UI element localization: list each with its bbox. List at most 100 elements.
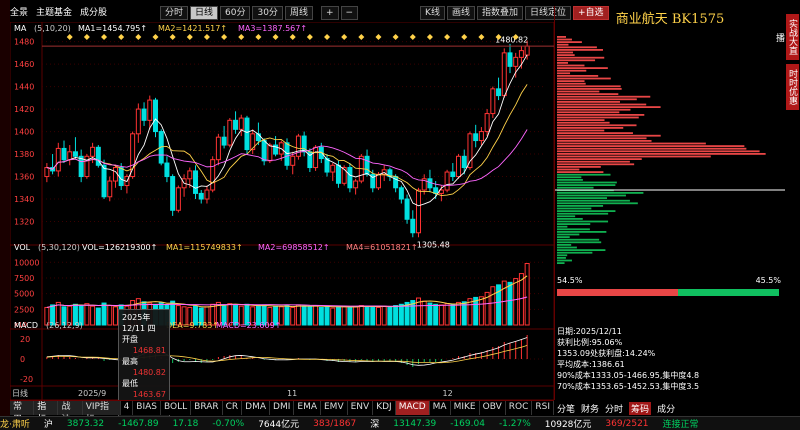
chip-bar	[557, 145, 745, 147]
tab-constituents[interactable]: 成分股	[80, 5, 107, 18]
panel-title: 商业航天 BK1575	[615, 12, 725, 27]
indicator-tab-17[interactable]: MIKE	[451, 401, 480, 415]
candle-body	[198, 192, 204, 200]
tooltip-high: 1480.82	[132, 368, 166, 377]
candle-body	[107, 180, 113, 198]
kline-type-button[interactable]: K线	[420, 6, 445, 20]
low-label: 1305.48	[417, 240, 450, 249]
draw-line-button[interactable]: 画线	[446, 6, 475, 20]
vol-selector: VOL	[14, 243, 31, 252]
tab-theme-fund[interactable]: 主题基金	[36, 5, 72, 18]
side-tab-offer[interactable]: 时时优惠	[786, 64, 799, 110]
period-intraday-button[interactable]: 分时	[160, 6, 189, 20]
volume-bar	[290, 306, 296, 326]
indicator-tab-2[interactable]: 战法	[58, 401, 83, 425]
x-label-0: 日线	[12, 388, 28, 398]
indicator-tab-0[interactable]: 常用	[10, 401, 35, 425]
period-daily-button[interactable]: 日线	[190, 6, 219, 20]
indicator-tab-19[interactable]: ROC	[506, 401, 533, 415]
indicator-tab-13[interactable]: ENV	[348, 401, 374, 415]
x-label-3: 12	[443, 389, 453, 398]
chip-profit-at: 1353.09处获利盘:14.24%	[557, 349, 656, 358]
vol-tick-1: 7500	[14, 274, 34, 283]
candle-body	[55, 147, 61, 172]
candle-body	[44, 167, 50, 178]
chip-bar	[557, 38, 572, 41]
chip-bar	[557, 166, 601, 168]
indicator-tab-12[interactable]: EMV	[321, 401, 348, 415]
indicator-tab-6[interactable]: BOLL	[161, 401, 192, 415]
top-tabs: 全景 主题基金 成分股	[10, 0, 115, 22]
volume-bar	[295, 304, 301, 326]
indicator-tab-20[interactable]: RSI	[532, 401, 554, 415]
indicator-tab-10[interactable]: DMI	[270, 401, 295, 415]
zoom-out-button[interactable]: −	[340, 6, 359, 20]
volume-bar	[335, 306, 341, 326]
candle-body	[490, 88, 496, 115]
indicator-tab-7[interactable]: BRAR	[191, 401, 223, 415]
candle-body	[215, 136, 221, 161]
indicator-tab-4[interactable]: 4	[121, 401, 134, 415]
candle-body	[233, 119, 239, 130]
period-60min-button[interactable]: 60分	[220, 6, 251, 20]
volume-bar	[301, 305, 307, 326]
price-tick-3: 1420	[14, 105, 34, 114]
tab-ticks[interactable]: 分笔	[557, 402, 575, 415]
status-sh-turnover: 7644亿元	[258, 420, 300, 430]
candle-body	[375, 173, 381, 189]
main-chart[interactable]: 1480 1460 1440 1420 1400 1380 1360 1340 1320 MA (5…	[10, 22, 554, 400]
tab-overview[interactable]: 全景	[10, 5, 28, 18]
indicator-tab-8[interactable]: CR	[223, 401, 243, 415]
period-30min-button[interactable]: 30分	[252, 6, 283, 20]
chip-bar	[557, 36, 566, 38]
candle-body	[221, 136, 227, 146]
indicator-tab-18[interactable]: OBV	[480, 401, 506, 415]
indicator-tab-16[interactable]: MA	[430, 401, 451, 415]
chip-bar	[557, 64, 585, 67]
chip-bar	[557, 127, 624, 129]
candle-body	[450, 171, 456, 178]
status-connection: 连接正常	[662, 420, 699, 430]
candle-body	[364, 155, 370, 175]
indicator-tab-3[interactable]: VIP指标	[82, 401, 121, 425]
volume-bar	[318, 306, 324, 326]
panel-tabs: 分笔 财务 分时 筹码 成分	[557, 402, 681, 415]
index-overlay-button[interactable]: 指数叠加	[476, 6, 523, 20]
x-label-1: 2025/9	[78, 389, 106, 398]
candle-body	[261, 140, 267, 162]
period-weekly-button[interactable]: 周线	[284, 6, 313, 20]
volume-bar	[433, 303, 439, 326]
zoom-in-button[interactable]: +	[320, 6, 339, 20]
chip-bar	[557, 251, 593, 254]
indicator-tab-11[interactable]: EMA	[294, 401, 321, 415]
status-sz-label: 深	[370, 420, 380, 430]
indicator-tab-5[interactable]: BIAS	[133, 401, 161, 415]
volume-bar	[112, 306, 118, 326]
volume-bar	[524, 263, 530, 326]
side-tab-live[interactable]: 实战大直播	[774, 14, 799, 60]
volume-bar	[370, 306, 376, 326]
price-tick-1: 1460	[14, 60, 34, 69]
indicator-tab-14[interactable]: KDJ	[373, 401, 396, 415]
volume-bar	[393, 305, 399, 326]
indicator-tab-15[interactable]: MACD	[395, 401, 430, 415]
status-sz-pct: -1.27%	[498, 418, 531, 429]
chip-bar	[557, 168, 580, 171]
candle-body	[456, 155, 462, 178]
indicator-tab-9[interactable]: DMA	[242, 401, 271, 415]
tab-chips[interactable]: 筹码	[629, 402, 652, 415]
indicator-tab-1[interactable]: 指标	[34, 401, 59, 425]
price-tick-7: 1340	[14, 195, 34, 204]
tab-intraday[interactable]: 分时	[605, 402, 623, 415]
tab-finance[interactable]: 财务	[581, 402, 599, 415]
chip-distribution-panel: 商业航天 BK1575 54.5% 45.5% 日期:2025/12/11 获利…	[554, 6, 785, 415]
price-tick-0: 1480	[14, 38, 34, 47]
volume-bar	[507, 281, 513, 326]
status-sh-pct: -0.70%	[212, 418, 245, 429]
tab-components[interactable]: 成分	[657, 402, 675, 415]
chip-bar	[557, 69, 587, 72]
volume-bar	[375, 306, 381, 326]
candle-body	[170, 176, 176, 211]
chip-bar	[557, 62, 569, 64]
volume-bar	[307, 306, 313, 326]
